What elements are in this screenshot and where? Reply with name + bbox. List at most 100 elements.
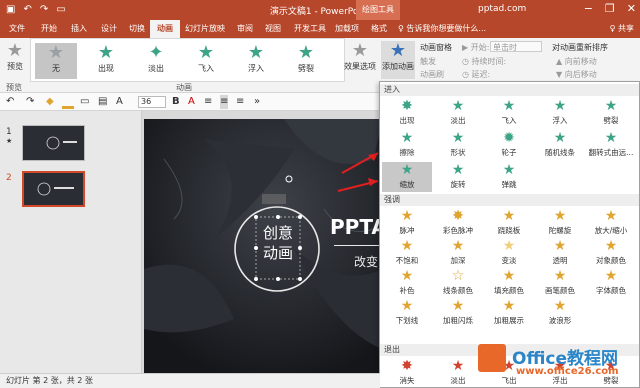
font-size-input[interactable]: 36 [138,96,166,108]
tab-animations[interactable]: 动画 [150,20,180,38]
animation-painter-button[interactable]: 动画刷 [420,69,444,80]
tab-design[interactable]: 设计 [96,20,122,38]
item-label: 彩色脉冲 [443,226,473,235]
emphasis-fill-color[interactable]: ★ 填充颜色 [484,268,534,298]
emphasis-spin[interactable]: ★ 陀螺旋 [535,208,585,238]
entrance-wheel[interactable]: ✹ 轮子 [484,130,534,160]
emphasis-bold-flash[interactable]: ★ 加粗闪烁 [433,298,483,328]
preview-label: 预览 [7,62,23,71]
emphasis-lighten[interactable]: ★ 变淡 [484,238,534,268]
pulse-star-icon: ★ [400,208,414,224]
section-entrance: 进入 [380,84,639,96]
undo-button[interactable]: ↶ [6,95,14,109]
entrance-zoom[interactable]: ★ 缩放 [382,162,432,192]
emphasis-teeter[interactable]: ★ 跷跷板 [484,208,534,238]
desaturate-star-icon: ★ [400,238,414,254]
entrance-float-in[interactable]: ★ 浮入 [535,98,585,128]
effects-icon[interactable]: ▤ [98,95,107,109]
start-select[interactable]: 单击时 [490,41,542,52]
outline-icon[interactable]: ▭ [80,95,89,109]
emphasis-brush-color[interactable]: ★ 画笔颜色 [535,268,585,298]
exit-fade[interactable]: ★ 淡出 [433,358,483,388]
lighten-star-icon: ★ [502,238,516,254]
entrance-grow-turn[interactable]: ★ 翻转式由远... [586,130,636,160]
gallery-item-fly-in[interactable]: ★ 飞入 [185,43,227,79]
slide-thumbnail-2[interactable] [22,171,85,207]
emphasis-bold-reveal[interactable]: ★ 加粗展示 [484,298,534,328]
emphasis-complementary[interactable]: ★ 补色 [382,268,432,298]
font-color-button[interactable]: A [188,95,195,109]
emphasis-color-pulse[interactable]: ✸ 彩色脉冲 [433,208,483,238]
align-center-icon[interactable]: ≡ [220,95,229,109]
item-label: 形状 [450,148,466,157]
tab-insert[interactable]: 插入 [66,20,92,38]
entrance-fade[interactable]: ★ 淡出 [433,98,483,128]
emphasis-object-color[interactable]: ★ 对象颜色 [586,238,636,268]
transparency-star-icon: ★ [553,238,567,254]
font-color-alt-icon[interactable]: A [116,95,123,109]
emphasis-desaturate[interactable]: ★ 不饱和 [382,238,432,268]
redo-button[interactable]: ↷ [26,95,34,109]
entrance-split[interactable]: ★ 劈裂 [586,98,636,128]
slide-count-status: 幻灯片 第 2 张，共 2 张 [6,376,93,385]
tab-file[interactable]: 文件 [4,20,30,38]
trigger-button[interactable]: 触发 [420,56,436,67]
tab-slideshow[interactable]: 幻灯片放映 [182,20,228,38]
bold-button[interactable]: B [172,95,180,109]
emphasis-wave[interactable]: ★ 波浪形 [535,298,585,328]
close-button[interactable]: ✕ [627,2,636,15]
split-star-icon: ★ [297,42,315,63]
tab-review[interactable]: 审阅 [232,20,258,38]
fill-color-icon[interactable]: ◆ [46,95,54,109]
account-name[interactable]: pptad.com [478,4,526,14]
gallery-item-split[interactable]: ★ 劈裂 [285,43,327,79]
color-pulse-star-icon: ✸ [452,208,464,224]
gallery-item-float-in[interactable]: ★ 浮入 [235,43,277,79]
entrance-wipe[interactable]: ★ 擦除 [382,130,432,160]
share-button[interactable]: ♀ 共享 [610,23,634,34]
tab-developer[interactable]: 开发工具 [290,20,330,38]
add-animation-button[interactable]: ★ 添加动画 [381,41,415,79]
emphasis-underline[interactable]: ★ 下划线 [382,298,432,328]
entrance-bounce[interactable]: ★ 弹跳 [484,162,534,192]
emphasis-line-color[interactable]: ☆ 线条颜色 [433,268,483,298]
preview-button[interactable]: ★ 预览 [2,41,28,72]
align-right-icon[interactable]: ≡ [236,95,244,109]
animation-pane-button[interactable]: 动画窗格 [420,42,452,53]
tell-me-search[interactable]: ♀ 告诉我你想要做什么... [398,23,486,34]
tab-transitions[interactable]: 切换 [124,20,150,38]
tab-addins[interactable]: 加载项 [332,20,362,38]
entrance-random-bars[interactable]: ★ 随机线条 [535,130,585,160]
restore-button[interactable]: ❐ [605,2,615,15]
grow-turn-star-icon: ★ [604,130,618,146]
slide-thumbnail-1[interactable] [22,125,85,161]
align-left-icon[interactable]: ≡ [204,95,212,109]
move-earlier-button[interactable]: ▲ 向前移动 [556,56,597,67]
emphasis-transparency[interactable]: ★ 透明 [535,238,585,268]
entrance-fly-in[interactable]: ★ 飞入 [484,98,534,128]
emphasis-pulse[interactable]: ★ 脉冲 [382,208,432,238]
teeter-star-icon: ★ [502,208,516,224]
move-later-button[interactable]: ▼ 向后移动 [556,69,597,80]
fill-color-swatch [62,106,74,109]
emphasis-font-color[interactable]: ★ 字体颜色 [586,268,636,298]
more-tools-icon[interactable]: » [254,95,260,109]
effect-options-button[interactable]: ★ 效果选项 [344,41,376,72]
exit-disappear[interactable]: ✸ 消失 [382,358,432,388]
entrance-swivel[interactable]: ★ 旋转 [433,162,483,192]
gallery-label: 无 [52,64,60,73]
context-tab-drawing-tools: 绘图工具 [356,0,400,20]
minimize-button[interactable]: − [584,2,593,15]
start-label: ▶ 开始: [462,43,490,52]
emphasis-grow-shrink[interactable]: ★ 放大/缩小 [586,208,636,238]
entrance-appear[interactable]: ✸ 出现 [382,98,432,128]
gallery-item-fade[interactable]: ✦ 淡出 [135,43,177,79]
gallery-item-appear[interactable]: ★ 出现 [85,43,127,79]
item-label: 淡出 [450,376,466,385]
entrance-shape[interactable]: ★ 形状 [433,130,483,160]
tab-format[interactable]: 格式 [366,20,392,38]
tab-view[interactable]: 视图 [260,20,286,38]
tab-home[interactable]: 开始 [36,20,62,38]
gallery-item-none[interactable]: ★ 无 [35,43,77,79]
emphasis-darken[interactable]: ★ 加深 [433,238,483,268]
